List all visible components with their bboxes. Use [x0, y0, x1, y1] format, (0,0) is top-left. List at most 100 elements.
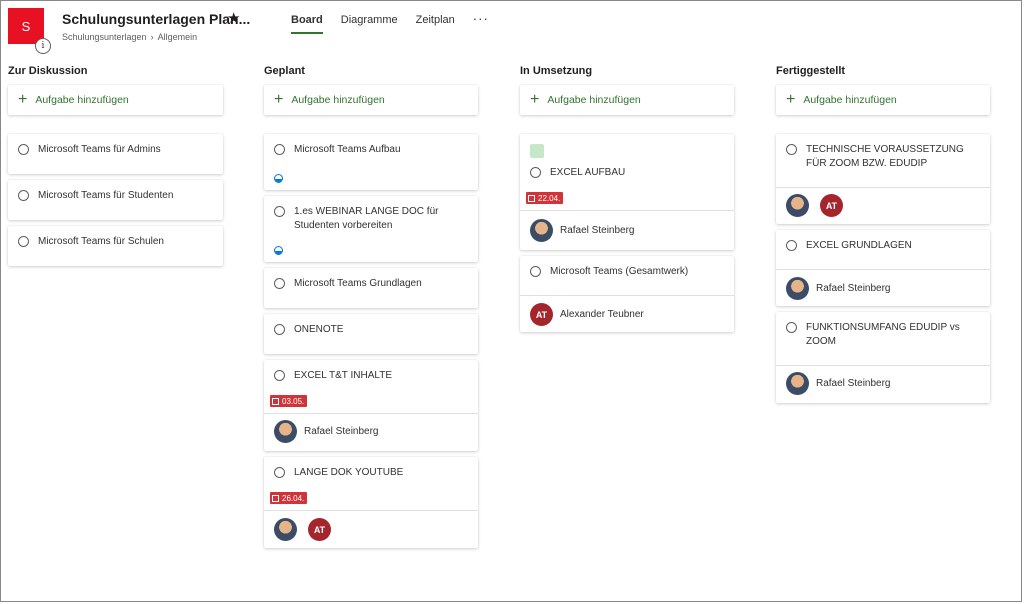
complete-task-checkbox[interactable] — [18, 190, 29, 201]
task-card[interactable]: 1.es WEBINAR LANGE DOC für Studenten vor… — [264, 196, 478, 262]
in-progress-icon — [274, 246, 283, 255]
tile-letter: S — [21, 18, 31, 34]
task-title: LANGE DOK YOUTUBE — [294, 467, 404, 478]
card-divider — [520, 210, 734, 211]
plus-icon: + — [530, 91, 540, 108]
bucket-title[interactable]: Zur Diskussion — [8, 65, 223, 79]
add-task-button[interactable]: + Aufgabe hinzufügen — [8, 85, 223, 115]
assignee[interactable]: Rafael Steinberg — [274, 420, 379, 443]
add-task-button[interactable]: + Aufgabe hinzufügen — [520, 85, 734, 115]
avatar — [530, 219, 553, 242]
task-title: Microsoft Teams für Studenten — [38, 190, 174, 201]
complete-task-checkbox[interactable] — [274, 278, 285, 289]
add-task-label: Aufgabe hinzufügen — [291, 94, 385, 106]
assignee[interactable]: AT — [820, 194, 843, 217]
task-title: EXCEL AUFBAU — [550, 167, 626, 178]
task-card[interactable]: Microsoft Teams für Admins — [8, 134, 223, 174]
complete-task-checkbox[interactable] — [18, 236, 29, 247]
task-card[interactable]: EXCEL GRUNDLAGEN Rafael Steinberg — [776, 230, 990, 306]
bucket-title[interactable]: Fertiggestellt — [776, 65, 991, 79]
add-task-button[interactable]: + Aufgabe hinzufügen — [264, 85, 478, 115]
task-title: TECHNISCHE VORAUSSETZUNG FÜR ZOOM BZW. E… — [806, 144, 964, 169]
avatar — [786, 277, 809, 300]
due-date-badge: 22.04. — [526, 192, 564, 204]
add-task-label: Aufgabe hinzufügen — [547, 94, 641, 106]
task-title: Microsoft Teams für Schulen — [38, 236, 164, 247]
avatar — [274, 518, 297, 541]
calendar-icon — [528, 194, 535, 202]
task-title: Microsoft Teams für Admins — [38, 144, 161, 155]
assignee-name: Alexander Teubner — [560, 309, 644, 320]
task-card[interactable]: EXCEL T&T INHALTE 03.05. Rafael Steinber… — [264, 360, 478, 451]
bucket-geplant: Geplant + Aufgabe hinzufügen Microsoft Te… — [264, 65, 479, 548]
task-card[interactable]: Microsoft Teams Grundlagen — [264, 268, 478, 308]
complete-task-checkbox[interactable] — [786, 322, 797, 333]
add-task-button[interactable]: + Aufgabe hinzufügen — [776, 85, 990, 115]
tab-diagramme[interactable]: Diagramme — [341, 14, 398, 32]
complete-task-checkbox[interactable] — [786, 144, 797, 155]
task-title: Microsoft Teams (Gesamtwerk) — [550, 266, 689, 277]
assignee[interactable]: AT Alexander Teubner — [530, 303, 644, 326]
task-card[interactable]: Microsoft Teams für Schulen — [8, 226, 223, 266]
task-card[interactable]: EXCEL AUFBAU 22.04. Rafael Steinberg — [520, 134, 734, 250]
calendar-icon — [272, 397, 279, 405]
task-title: EXCEL T&T INHALTE — [294, 370, 392, 381]
task-card[interactable]: Microsoft Teams (Gesamtwerk) AT Alexande… — [520, 256, 734, 332]
assignee-name: Rafael Steinberg — [304, 426, 379, 437]
breadcrumb-team[interactable]: Schulungsunterlagen — [62, 32, 147, 42]
avatar: AT — [530, 303, 553, 326]
card-divider — [264, 413, 478, 414]
avatar — [274, 420, 297, 443]
tab-zeitplan[interactable]: Zeitplan — [416, 14, 455, 32]
favorite-star-icon[interactable]: ★ — [227, 9, 240, 27]
add-task-label: Aufgabe hinzufügen — [803, 94, 897, 106]
complete-task-checkbox[interactable] — [274, 370, 285, 381]
add-task-label: Aufgabe hinzufügen — [35, 94, 129, 106]
task-title: EXCEL GRUNDLAGEN — [806, 240, 912, 251]
complete-task-checkbox[interactable] — [530, 167, 541, 178]
avatar: AT — [820, 194, 843, 217]
task-title: FUNKTIONSUMFANG EDUDIP vs ZOOM — [806, 322, 960, 347]
breadcrumb: Schulungsunterlagen › Allgemein — [62, 32, 197, 42]
bucket-title[interactable]: In Umsetzung — [520, 65, 735, 79]
task-card[interactable]: TECHNISCHE VORAUSSETZUNG FÜR ZOOM BZW. E… — [776, 134, 990, 224]
complete-task-checkbox[interactable] — [274, 324, 285, 335]
complete-task-checkbox[interactable] — [530, 266, 541, 277]
task-title: Microsoft Teams Grundlagen — [294, 278, 422, 289]
complete-task-checkbox[interactable] — [274, 467, 285, 478]
info-icon[interactable]: i — [35, 38, 51, 54]
complete-task-checkbox[interactable] — [18, 144, 29, 155]
plus-icon: + — [18, 91, 28, 108]
due-date: 26.04. — [282, 493, 305, 503]
more-options-icon[interactable]: ··· — [473, 11, 489, 26]
card-divider — [520, 295, 734, 296]
plus-icon: + — [786, 91, 796, 108]
assignee-name: Rafael Steinberg — [816, 283, 891, 294]
bucket-title[interactable]: Geplant — [264, 65, 479, 79]
tab-board[interactable]: Board — [291, 14, 323, 34]
assignee[interactable]: Rafael Steinberg — [786, 372, 891, 395]
assignee[interactable]: AT — [308, 518, 331, 541]
breadcrumb-channel[interactable]: Allgemein — [158, 32, 198, 42]
assignee[interactable] — [274, 518, 297, 541]
complete-task-checkbox[interactable] — [274, 206, 285, 217]
avatar — [786, 194, 809, 217]
assignee[interactable]: Rafael Steinberg — [786, 277, 891, 300]
chevron-right-icon: › — [150, 32, 154, 42]
task-title: 1.es WEBINAR LANGE DOC für Studenten vor… — [294, 206, 439, 231]
complete-task-checkbox[interactable] — [274, 144, 285, 155]
complete-task-checkbox[interactable] — [786, 240, 797, 251]
task-card[interactable]: FUNKTIONSUMFANG EDUDIP vs ZOOM Rafael St… — [776, 312, 990, 403]
task-title: ONENOTE — [294, 324, 344, 335]
due-date: 22.04. — [538, 193, 561, 203]
task-card[interactable]: ONENOTE — [264, 314, 478, 354]
card-divider — [776, 269, 990, 270]
assignee[interactable] — [786, 194, 809, 217]
in-progress-icon — [274, 174, 283, 183]
task-card[interactable]: Microsoft Teams Aufbau — [264, 134, 478, 190]
task-card[interactable]: Microsoft Teams für Studenten — [8, 180, 223, 220]
avatar — [786, 372, 809, 395]
assignee[interactable]: Rafael Steinberg — [530, 219, 635, 242]
task-card[interactable]: LANGE DOK YOUTUBE 26.04. AT — [264, 457, 478, 548]
bucket-in-umsetzung: In Umsetzung + Aufgabe hinzufügen EXCEL A… — [520, 65, 735, 332]
